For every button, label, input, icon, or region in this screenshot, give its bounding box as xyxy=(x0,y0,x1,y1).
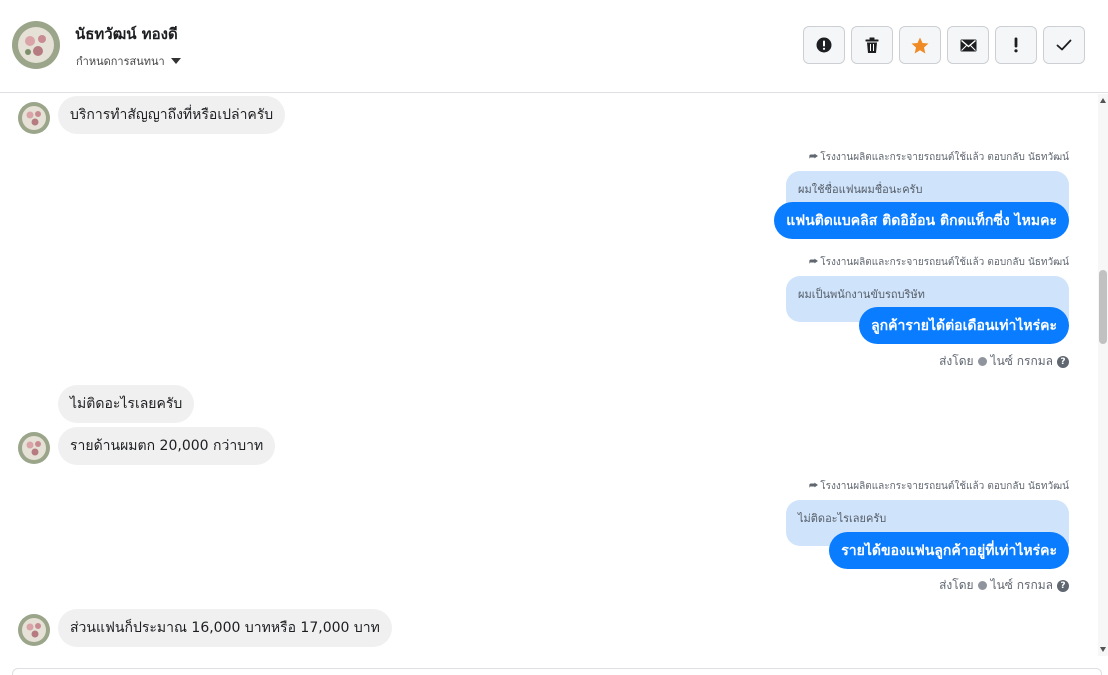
message-composer[interactable] xyxy=(12,668,1102,675)
scroll-up-arrow-icon[interactable] xyxy=(1100,98,1106,103)
reply-arrow-icon: ⮫ xyxy=(808,257,819,268)
status-dot-icon xyxy=(977,357,987,366)
star-button[interactable] xyxy=(899,26,941,64)
follow-up-button[interactable] xyxy=(995,26,1037,64)
contact-avatar[interactable] xyxy=(12,21,60,69)
alert-circle-icon xyxy=(816,37,832,53)
caret-down-icon xyxy=(170,58,181,64)
sender-name[interactable]: ไนซ์ กรกมล xyxy=(991,352,1053,371)
reply-arrow-icon: ⮫ xyxy=(808,152,819,163)
delete-button[interactable] xyxy=(851,26,893,64)
conversation-header: นัธทวัฒน์ ทองดี กำหนดการสนทนา xyxy=(0,0,1108,93)
outgoing-message[interactable]: แฟนติดแบคลิส ติดอิอ้อน ติกดแท็กซี่ง ไหมค… xyxy=(774,202,1069,239)
reply-meta: ⮫ โรงงานผลิตและกระจายรถยนต์ใช้แล้ว ตอบกล… xyxy=(808,152,1069,163)
mark-unread-button[interactable] xyxy=(947,26,989,64)
reply-meta: ⮫ โรงงานผลิตและกระจายรถยนต์ใช้แล้ว ตอบกล… xyxy=(808,257,1069,268)
outgoing-message[interactable]: รายได้ของแฟนลูกค้าอยู่ที่เท่าไหร่คะ xyxy=(829,532,1069,569)
assign-conversation-dropdown[interactable]: กำหนดการสนทนา xyxy=(76,52,181,70)
thread-scrollbar[interactable] xyxy=(1098,94,1108,656)
reply-meta: ⮫ โรงงานผลิตและกระจายรถยนต์ใช้แล้ว ตอบกล… xyxy=(808,481,1069,492)
envelope-icon xyxy=(960,39,976,51)
scroll-down-arrow-icon[interactable] xyxy=(1100,647,1106,652)
spam-button[interactable] xyxy=(803,26,845,64)
sender-avatar[interactable] xyxy=(18,614,50,646)
scroll-thumb[interactable] xyxy=(1099,270,1107,344)
conversation-toolbar xyxy=(803,26,1085,64)
reply-arrow-icon: ⮫ xyxy=(808,481,819,492)
status-dot-icon xyxy=(977,581,987,590)
check-icon xyxy=(1056,39,1072,51)
incoming-message[interactable]: บริการทำสัญญาถึงที่หรือเปล่าครับ xyxy=(58,96,286,134)
sender-name[interactable]: ไนซ์ กรกมล xyxy=(991,576,1053,595)
message-thread[interactable]: บริการทำสัญญาถึงที่หรือเปล่าครับ ⮫ โรงงา… xyxy=(0,94,1098,666)
assign-label: กำหนดการสนทนา xyxy=(76,55,165,68)
help-icon[interactable]: ? xyxy=(1057,579,1069,592)
incoming-message[interactable]: รายด้านผมตก 20,000 กว่าบาท xyxy=(58,427,276,465)
sent-by-info: ส่งโดย ไนซ์ กรกมล ? xyxy=(939,352,1069,371)
outgoing-message[interactable]: ลูกค้ารายได้ต่อเดือนเท่าไหร่คะ xyxy=(859,307,1069,344)
trash-icon xyxy=(865,37,879,53)
incoming-message[interactable]: ส่วนแฟนก็ประมาณ 16,000 บาทหรือ 17,000 บา… xyxy=(58,609,392,647)
contact-name: นัธทวัฒน์ ทองดี xyxy=(75,25,178,43)
incoming-message[interactable]: ไม่ติดอะไรเลยครับ xyxy=(58,385,195,423)
sender-avatar[interactable] xyxy=(18,432,50,464)
sender-avatar[interactable] xyxy=(18,102,50,134)
mark-done-button[interactable] xyxy=(1043,26,1085,64)
exclamation-icon xyxy=(1014,37,1018,53)
sent-by-info: ส่งโดย ไนซ์ กรกมล ? xyxy=(939,576,1069,595)
star-icon xyxy=(911,37,929,53)
help-icon[interactable]: ? xyxy=(1057,355,1069,368)
